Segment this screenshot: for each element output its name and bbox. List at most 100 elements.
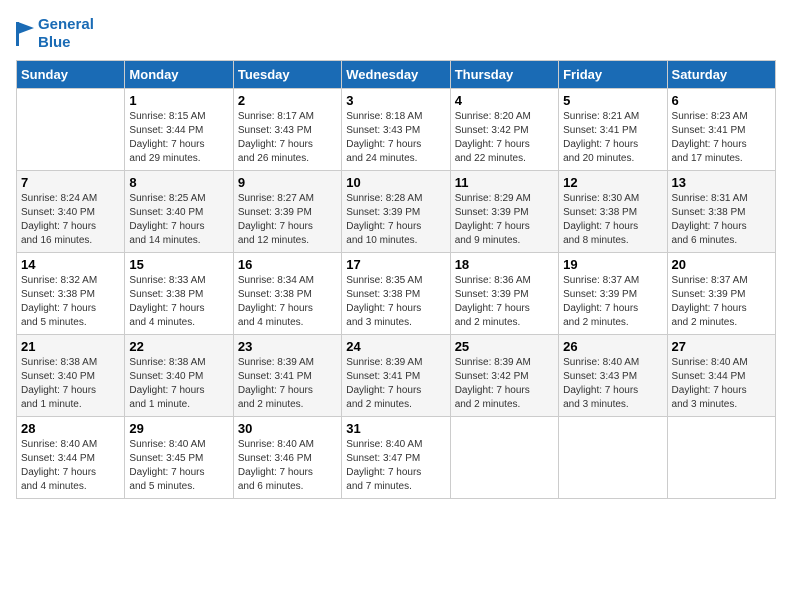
calendar-cell: 1 Sunrise: 8:15 AM Sunset: 3:44 PM Daylig…	[125, 89, 233, 171]
weekday-header: Saturday	[667, 61, 775, 89]
calendar-cell: 31 Sunrise: 8:40 AM Sunset: 3:47 PM Dayli…	[342, 417, 450, 499]
calendar-cell: 19 Sunrise: 8:37 AM Sunset: 3:39 PM Dayli…	[559, 253, 667, 335]
calendar-table: SundayMondayTuesdayWednesdayThursdayFrid…	[16, 60, 776, 499]
calendar-cell: 18Sunrise: 8:36 AM Sunset: 3:39 PM Dayli…	[450, 253, 558, 335]
logo-flag-icon	[16, 22, 34, 46]
calendar-cell: 5 Sunrise: 8:21 AM Sunset: 3:41 PM Daylig…	[559, 89, 667, 171]
calendar-week-row: 14 Sunrise: 8:32 AM Sunset: 3:38 PM Dayli…	[17, 253, 776, 335]
day-number: 20	[672, 257, 771, 272]
calendar-cell: 27 Sunrise: 8:40 AM Sunset: 3:44 PM Dayli…	[667, 335, 775, 417]
day-info: Sunrise: 8:23 AM Sunset: 3:41 PM Dayligh…	[672, 110, 771, 166]
calendar-cell: 29Sunrise: 8:40 AM Sunset: 3:45 PM Dayli…	[125, 417, 233, 499]
day-number: 1	[129, 93, 228, 108]
calendar-cell: 2 Sunrise: 8:17 AM Sunset: 3:43 PM Daylig…	[233, 89, 341, 171]
day-info: Sunrise: 8:28 AM Sunset: 3:39 PM Dayligh…	[346, 192, 445, 248]
day-info: Sunrise: 8:40 AM Sunset: 3:44 PM Dayligh…	[21, 438, 120, 494]
day-info: Sunrise: 8:39 AM Sunset: 3:41 PM Dayligh…	[346, 356, 445, 412]
day-number: 17	[346, 257, 445, 272]
calendar-cell	[559, 417, 667, 499]
weekday-header: Tuesday	[233, 61, 341, 89]
day-info: Sunrise: 8:20 AM Sunset: 3:42 PM Dayligh…	[455, 110, 554, 166]
day-number: 7	[21, 175, 120, 190]
weekday-header: Wednesday	[342, 61, 450, 89]
logo: General Blue	[16, 16, 94, 52]
day-info: Sunrise: 8:40 AM Sunset: 3:43 PM Dayligh…	[563, 356, 662, 412]
weekday-header: Monday	[125, 61, 233, 89]
calendar-cell: 6 Sunrise: 8:23 AM Sunset: 3:41 PM Daylig…	[667, 89, 775, 171]
day-info: Sunrise: 8:37 AM Sunset: 3:39 PM Dayligh…	[563, 274, 662, 330]
day-info: Sunrise: 8:30 AM Sunset: 3:38 PM Dayligh…	[563, 192, 662, 248]
calendar-cell: 28 Sunrise: 8:40 AM Sunset: 3:44 PM Dayli…	[17, 417, 125, 499]
calendar-week-row: 7 Sunrise: 8:24 AM Sunset: 3:40 PM Daylig…	[17, 171, 776, 253]
day-number: 12	[563, 175, 662, 190]
day-number: 15	[129, 257, 228, 272]
day-info: Sunrise: 8:31 AM Sunset: 3:38 PM Dayligh…	[672, 192, 771, 248]
calendar-week-row: 28 Sunrise: 8:40 AM Sunset: 3:44 PM Dayli…	[17, 417, 776, 499]
day-info: Sunrise: 8:39 AM Sunset: 3:42 PM Dayligh…	[455, 356, 554, 412]
weekday-header: Sunday	[17, 61, 125, 89]
day-info: Sunrise: 8:32 AM Sunset: 3:38 PM Dayligh…	[21, 274, 120, 330]
calendar-cell: 15 Sunrise: 8:33 AM Sunset: 3:38 PM Dayli…	[125, 253, 233, 335]
day-number: 25	[455, 339, 554, 354]
calendar-cell: 3 Sunrise: 8:18 AM Sunset: 3:43 PM Daylig…	[342, 89, 450, 171]
day-number: 4	[455, 93, 554, 108]
logo-text-general: General	[38, 16, 94, 34]
calendar-cell: 17 Sunrise: 8:35 AM Sunset: 3:38 PM Dayli…	[342, 253, 450, 335]
day-number: 28	[21, 421, 120, 436]
day-number: 19	[563, 257, 662, 272]
day-info: Sunrise: 8:37 AM Sunset: 3:39 PM Dayligh…	[672, 274, 771, 330]
calendar-cell: 30Sunrise: 8:40 AM Sunset: 3:46 PM Dayli…	[233, 417, 341, 499]
calendar-cell: 4 Sunrise: 8:20 AM Sunset: 3:42 PM Daylig…	[450, 89, 558, 171]
calendar-cell: 23Sunrise: 8:39 AM Sunset: 3:41 PM Dayli…	[233, 335, 341, 417]
day-number: 16	[238, 257, 337, 272]
calendar-cell: 8 Sunrise: 8:25 AM Sunset: 3:40 PM Daylig…	[125, 171, 233, 253]
day-info: Sunrise: 8:27 AM Sunset: 3:39 PM Dayligh…	[238, 192, 337, 248]
calendar-week-row: 1 Sunrise: 8:15 AM Sunset: 3:44 PM Daylig…	[17, 89, 776, 171]
day-number: 30	[238, 421, 337, 436]
calendar-cell: 16 Sunrise: 8:34 AM Sunset: 3:38 PM Dayli…	[233, 253, 341, 335]
calendar-cell	[450, 417, 558, 499]
day-number: 8	[129, 175, 228, 190]
day-info: Sunrise: 8:24 AM Sunset: 3:40 PM Dayligh…	[21, 192, 120, 248]
day-number: 26	[563, 339, 662, 354]
weekday-header: Friday	[559, 61, 667, 89]
calendar-week-row: 21Sunrise: 8:38 AM Sunset: 3:40 PM Dayli…	[17, 335, 776, 417]
day-number: 6	[672, 93, 771, 108]
day-number: 5	[563, 93, 662, 108]
day-number: 3	[346, 93, 445, 108]
day-number: 13	[672, 175, 771, 190]
calendar-cell: 14 Sunrise: 8:32 AM Sunset: 3:38 PM Dayli…	[17, 253, 125, 335]
calendar-cell: 10Sunrise: 8:28 AM Sunset: 3:39 PM Dayli…	[342, 171, 450, 253]
day-info: Sunrise: 8:17 AM Sunset: 3:43 PM Dayligh…	[238, 110, 337, 166]
day-info: Sunrise: 8:34 AM Sunset: 3:38 PM Dayligh…	[238, 274, 337, 330]
calendar-cell: 25 Sunrise: 8:39 AM Sunset: 3:42 PM Dayli…	[450, 335, 558, 417]
calendar-cell: 7 Sunrise: 8:24 AM Sunset: 3:40 PM Daylig…	[17, 171, 125, 253]
day-number: 27	[672, 339, 771, 354]
day-number: 11	[455, 175, 554, 190]
day-number: 31	[346, 421, 445, 436]
day-number: 14	[21, 257, 120, 272]
calendar-cell: 12 Sunrise: 8:30 AM Sunset: 3:38 PM Dayli…	[559, 171, 667, 253]
calendar-cell: 9 Sunrise: 8:27 AM Sunset: 3:39 PM Daylig…	[233, 171, 341, 253]
day-info: Sunrise: 8:40 AM Sunset: 3:47 PM Dayligh…	[346, 438, 445, 494]
day-info: Sunrise: 8:15 AM Sunset: 3:44 PM Dayligh…	[129, 110, 228, 166]
weekday-header: Thursday	[450, 61, 558, 89]
day-info: Sunrise: 8:35 AM Sunset: 3:38 PM Dayligh…	[346, 274, 445, 330]
calendar-cell: 26 Sunrise: 8:40 AM Sunset: 3:43 PM Dayli…	[559, 335, 667, 417]
calendar-cell: 20 Sunrise: 8:37 AM Sunset: 3:39 PM Dayli…	[667, 253, 775, 335]
calendar-cell	[17, 89, 125, 171]
day-number: 23	[238, 339, 337, 354]
day-info: Sunrise: 8:33 AM Sunset: 3:38 PM Dayligh…	[129, 274, 228, 330]
page-header: General Blue	[16, 16, 776, 52]
day-number: 9	[238, 175, 337, 190]
logo-text-blue: Blue	[38, 34, 94, 52]
day-info: Sunrise: 8:18 AM Sunset: 3:43 PM Dayligh…	[346, 110, 445, 166]
day-info: Sunrise: 8:21 AM Sunset: 3:41 PM Dayligh…	[563, 110, 662, 166]
day-info: Sunrise: 8:25 AM Sunset: 3:40 PM Dayligh…	[129, 192, 228, 248]
day-number: 2	[238, 93, 337, 108]
calendar-cell: 24Sunrise: 8:39 AM Sunset: 3:41 PM Dayli…	[342, 335, 450, 417]
day-info: Sunrise: 8:38 AM Sunset: 3:40 PM Dayligh…	[21, 356, 120, 412]
day-info: Sunrise: 8:38 AM Sunset: 3:40 PM Dayligh…	[129, 356, 228, 412]
day-info: Sunrise: 8:40 AM Sunset: 3:44 PM Dayligh…	[672, 356, 771, 412]
day-info: Sunrise: 8:36 AM Sunset: 3:39 PM Dayligh…	[455, 274, 554, 330]
